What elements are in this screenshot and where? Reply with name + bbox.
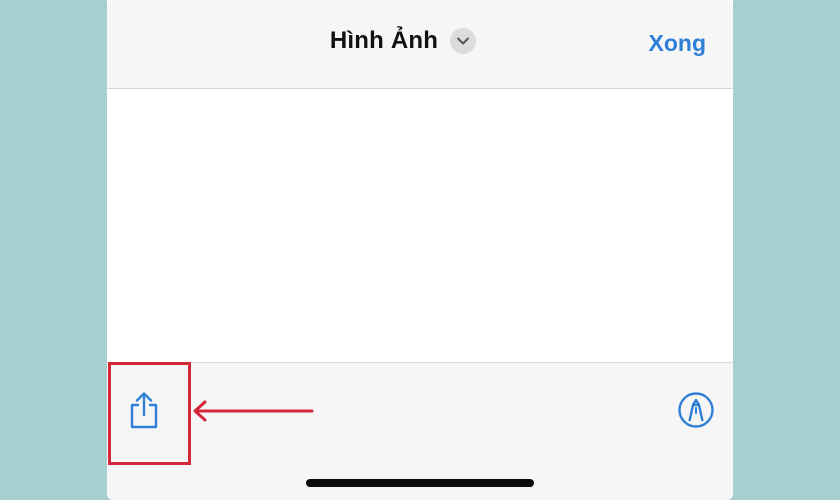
page-title: Hình Ảnh [329, 27, 439, 54]
photo-sheet: Hình Ảnh Xong [107, 0, 733, 500]
home-indicator[interactable] [306, 479, 534, 487]
navigation-bar: Hình Ảnh Xong [107, 0, 733, 89]
markup-button[interactable] [675, 389, 717, 431]
highlight-box [108, 362, 191, 465]
done-button[interactable]: Xong [649, 30, 707, 57]
image-content-area [107, 90, 733, 362]
arrow-left-icon [193, 400, 314, 422]
markup-pen-icon [678, 392, 714, 428]
title-group[interactable]: Hình Ảnh [107, 27, 733, 55]
bottom-toolbar [107, 362, 733, 500]
chevron-down-icon [457, 37, 470, 45]
title-menu-button[interactable] [450, 28, 477, 54]
